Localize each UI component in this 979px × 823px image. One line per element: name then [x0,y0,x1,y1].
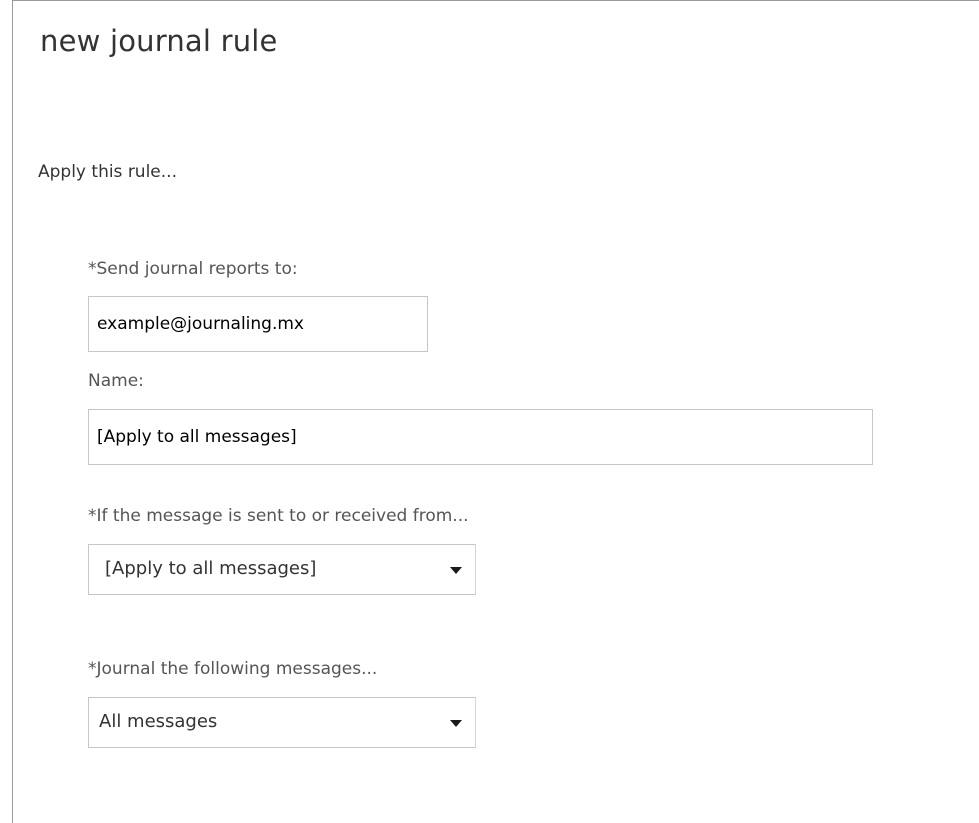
scope-label: *If the message is sent to or received f… [88,506,469,526]
recipient-email-field[interactable] [88,296,428,352]
journal-messages-label: *Journal the following messages... [88,659,378,679]
name-label: Name: [88,371,144,391]
page-title: new journal rule [40,24,278,58]
scope-selected-value: [Apply to all messages] [105,558,317,579]
chevron-down-icon [450,720,462,727]
journal-messages-dropdown[interactable]: All messages [88,697,476,748]
recipient-label: *Send journal reports to: [88,259,298,279]
scope-dropdown[interactable]: [Apply to all messages] [88,544,476,595]
name-field[interactable] [88,409,873,465]
section-label: Apply this rule... [38,162,177,182]
journal-messages-selected-value: All messages [99,711,218,732]
chevron-down-icon [450,567,462,574]
